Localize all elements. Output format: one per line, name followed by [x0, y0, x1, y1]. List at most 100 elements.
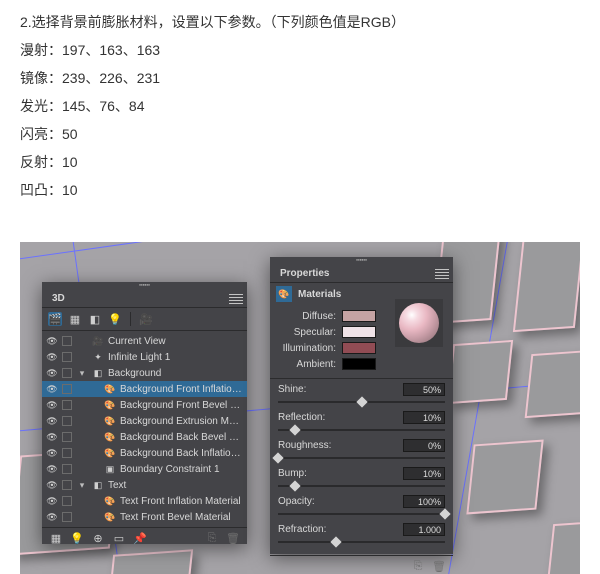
- filter-light-icon[interactable]: 💡: [108, 312, 122, 326]
- refraction-slider-thumb[interactable]: [331, 536, 342, 547]
- layer-row[interactable]: 👁▾◧Text: [42, 477, 247, 493]
- visibility-eye-icon[interactable]: 👁: [46, 464, 58, 475]
- panel-tabbar: Properties: [270, 265, 453, 283]
- filter-scene-icon[interactable]: 🎬: [48, 312, 62, 326]
- layer-empty-box[interactable]: [62, 368, 72, 378]
- new-material-icon[interactable]: ⎘: [410, 559, 426, 573]
- shine-slider-track[interactable]: [278, 398, 445, 406]
- visibility-eye-icon[interactable]: 👁: [46, 512, 58, 523]
- disclosure-triangle-icon[interactable]: ▾: [76, 480, 88, 491]
- subtab-materials-icon[interactable]: 🎨: [276, 286, 292, 302]
- specular-swatch[interactable]: [342, 326, 376, 338]
- opacity-value-field[interactable]: 100%: [403, 495, 445, 508]
- new-icon[interactable]: ⎘: [204, 531, 220, 545]
- layer-empty-box[interactable]: [62, 384, 72, 394]
- reflection-slider-thumb[interactable]: [289, 424, 300, 435]
- diffuse-swatch[interactable]: [342, 310, 376, 322]
- layer-type-icon: 🎨: [104, 448, 116, 459]
- panel-tab-3d[interactable]: 3D: [46, 291, 71, 306]
- layer-empty-box[interactable]: [62, 432, 72, 442]
- layer-empty-box[interactable]: [62, 336, 72, 346]
- shine-slider-thumb[interactable]: [356, 396, 367, 407]
- panel-tabbar: 3D: [42, 290, 247, 308]
- visibility-eye-icon[interactable]: 👁: [46, 400, 58, 411]
- layer-row[interactable]: 👁▣Boundary Constraint 1: [42, 461, 247, 477]
- layer-empty-box[interactable]: [62, 416, 72, 426]
- layer-row[interactable]: 👁🎨Background Front Bevel Mat...: [42, 397, 247, 413]
- layer-type-icon: 🎥: [92, 336, 104, 347]
- panel-menu-button[interactable]: [229, 293, 243, 305]
- opacity-slider-track[interactable]: [278, 510, 445, 518]
- roughness-value-field[interactable]: 0%: [403, 439, 445, 452]
- layer-row[interactable]: 👁✦Infinite Light 1: [42, 349, 247, 365]
- filter-material-icon[interactable]: ◧: [88, 312, 102, 326]
- panel-drag-handle[interactable]: ┅┅: [42, 282, 247, 290]
- roughness-slider-track[interactable]: [278, 454, 445, 462]
- refraction-label: Refraction:: [278, 524, 403, 535]
- layer-type-icon: 🎨: [104, 400, 116, 411]
- layer-row[interactable]: 👁 🎥 Current View: [42, 333, 247, 349]
- reflection-slider-track[interactable]: [278, 426, 445, 434]
- 3d-filter-row: 🎬 ▦ ◧ 💡 🎥: [42, 308, 247, 331]
- render-icon[interactable]: ▦: [48, 531, 64, 545]
- layer-label: Background: [108, 368, 243, 379]
- layer-row[interactable]: 👁🎨Background Back Bevel Mat...: [42, 429, 247, 445]
- ambient-label: Ambient:: [278, 359, 336, 370]
- layer-empty-box[interactable]: [62, 464, 72, 474]
- visibility-eye-icon[interactable]: 👁: [46, 480, 58, 491]
- instruction-line: 反射：10: [20, 148, 580, 176]
- panel-drag-handle[interactable]: ┅┅: [270, 257, 453, 265]
- add-icon[interactable]: ⊕: [90, 531, 106, 545]
- filter-camera-icon[interactable]: 🎥: [139, 312, 153, 326]
- layer-label: Background Back Inflation ...: [120, 448, 243, 459]
- diffuse-label: Diffuse:: [278, 311, 336, 322]
- visibility-eye-icon[interactable]: 👁: [46, 496, 58, 507]
- ambient-swatch[interactable]: [342, 358, 376, 370]
- layer-label: Current View: [108, 336, 243, 347]
- layer-row[interactable]: 👁 🎨 Background Back Inflation ...: [42, 445, 247, 461]
- bump-slider-thumb[interactable]: [289, 480, 300, 491]
- roughness-slider-row: Roughness:0%: [278, 439, 445, 462]
- illumination-swatch[interactable]: [342, 342, 376, 354]
- layer-empty-box[interactable]: [62, 400, 72, 410]
- roughness-slider-thumb[interactable]: [272, 452, 283, 463]
- panel-tab-properties[interactable]: Properties: [274, 266, 335, 281]
- layer-row[interactable]: 👁🎨Background Extrusion Mate...: [42, 413, 247, 429]
- layer-type-icon: ▣: [104, 464, 116, 475]
- disclosure-triangle-icon[interactable]: ▾: [76, 368, 88, 379]
- layer-row[interactable]: 👁▾◧Background: [42, 365, 247, 381]
- visibility-eye-icon[interactable]: 👁: [46, 416, 58, 427]
- visibility-eye-icon[interactable]: 👁: [46, 336, 58, 347]
- visibility-eye-icon[interactable]: 👁: [46, 368, 58, 379]
- anchor-icon[interactable]: 📌: [132, 531, 148, 545]
- layer-label: Text: [108, 480, 243, 491]
- trash-icon[interactable]: 🗑: [225, 531, 241, 545]
- bump-value-field[interactable]: 10%: [403, 467, 445, 480]
- panel-menu-button[interactable]: [435, 268, 449, 280]
- trash-icon[interactable]: 🗑: [431, 559, 447, 573]
- layer-empty-box[interactable]: [62, 448, 72, 458]
- layer-row[interactable]: 👁🎨Background Front Inflation ...: [42, 381, 247, 397]
- material-preview-sphere[interactable]: [395, 299, 443, 347]
- layer-label: Background Front Inflation ...: [120, 384, 243, 395]
- shine-value-field[interactable]: 50%: [403, 383, 445, 396]
- layer-empty-box[interactable]: [62, 496, 72, 506]
- opacity-slider-thumb[interactable]: [439, 508, 450, 519]
- layer-row[interactable]: 👁🎨Text Front Bevel Material: [42, 509, 247, 525]
- light-toggle-icon[interactable]: 💡: [69, 531, 85, 545]
- reflection-value-field[interactable]: 10%: [403, 411, 445, 424]
- layer-empty-box[interactable]: [62, 352, 72, 362]
- layer-empty-box[interactable]: [62, 512, 72, 522]
- 3d-viewport[interactable]: ┅┅ 3D 🎬 ▦ ◧ 💡 🎥 👁 🎥 Current View 👁✦Infinite…: [20, 242, 580, 574]
- visibility-eye-icon[interactable]: 👁: [46, 432, 58, 443]
- visibility-eye-icon[interactable]: 👁: [46, 352, 58, 363]
- bump-slider-track[interactable]: [278, 482, 445, 490]
- visibility-eye-icon[interactable]: 👁: [46, 384, 58, 395]
- refraction-slider-track[interactable]: [278, 538, 445, 546]
- visibility-eye-icon[interactable]: 👁: [46, 448, 58, 459]
- plane-icon[interactable]: ▭: [111, 531, 127, 545]
- layer-empty-box[interactable]: [62, 480, 72, 490]
- filter-mesh-icon[interactable]: ▦: [68, 312, 82, 326]
- refraction-value-field[interactable]: 1.000: [403, 523, 445, 536]
- layer-row[interactable]: 👁🎨Text Front Inflation Material: [42, 493, 247, 509]
